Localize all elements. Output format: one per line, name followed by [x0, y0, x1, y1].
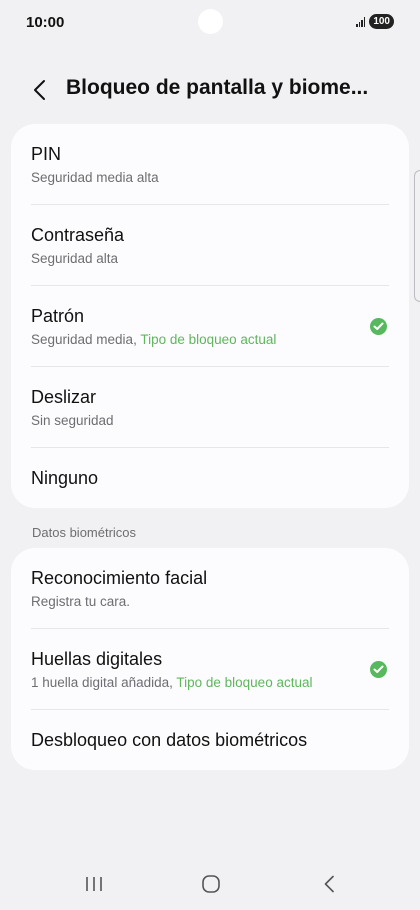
option-swipe[interactable]: Deslizar Sin seguridad: [11, 367, 409, 448]
option-title: PIN: [31, 144, 62, 164]
option-none[interactable]: Ninguno: [11, 448, 409, 508]
option-biometric-unlock[interactable]: Desbloqueo con datos biométricos: [11, 710, 409, 770]
option-title: Desbloqueo con datos biométricos: [31, 730, 308, 750]
home-button[interactable]: [196, 872, 226, 896]
signal-icon: [356, 16, 366, 27]
status-icons: 100: [356, 14, 394, 29]
option-subtitle-text: Seguridad media,: [31, 332, 141, 347]
option-title: Deslizar: [31, 387, 97, 407]
option-title: Huellas digitales: [31, 649, 163, 669]
nav-back-button[interactable]: [314, 872, 344, 896]
option-subtitle: Registra tu cara.: [31, 594, 131, 609]
lock-type-list: PIN Seguridad media alta Contraseña Segu…: [11, 124, 409, 508]
option-subtitle: 1 huella digital añadida, Tipo de bloque…: [31, 675, 312, 690]
option-fingerprints[interactable]: Huellas digitales 1 huella digital añadi…: [11, 629, 409, 710]
option-password[interactable]: Contraseña Seguridad alta: [11, 205, 409, 286]
recents-button[interactable]: [79, 872, 109, 896]
option-title: Patrón: [31, 306, 85, 326]
back-button[interactable]: [26, 76, 52, 104]
option-title: Reconocimiento facial: [31, 568, 208, 588]
option-pattern[interactable]: Patrón Seguridad media, Tipo de bloqueo …: [11, 286, 409, 367]
status-time: 10:00: [26, 14, 65, 31]
back-icon: [324, 875, 334, 893]
current-lock-label: Tipo de bloqueo actual: [140, 332, 277, 347]
status-bar: 10:00 100: [0, 0, 420, 46]
scrollbar[interactable]: [414, 170, 420, 302]
navigation-bar: [0, 858, 420, 910]
option-subtitle: Seguridad media alta: [31, 170, 159, 185]
section-label-biometrics: Datos biométricos: [32, 525, 137, 540]
recents-icon: [86, 877, 102, 891]
current-lock-label: Tipo de bloqueo actual: [176, 675, 313, 690]
option-pin[interactable]: PIN Seguridad media alta: [11, 124, 409, 205]
check-icon: [370, 318, 387, 335]
option-subtitle: Sin seguridad: [31, 413, 114, 428]
option-subtitle-text: 1 huella digital añadida,: [31, 675, 177, 690]
option-title: Contraseña: [31, 225, 125, 245]
app-header: Bloqueo de pantalla y biome...: [0, 70, 420, 110]
option-title: Ninguno: [31, 468, 99, 488]
chevron-left-icon: [34, 80, 45, 100]
battery-icon: 100: [369, 14, 394, 29]
camera-cutout: [198, 9, 223, 34]
biometrics-list: Reconocimiento facial Registra tu cara. …: [11, 548, 409, 770]
check-icon: [370, 661, 387, 678]
option-subtitle: Seguridad media, Tipo de bloqueo actual: [31, 332, 276, 347]
option-face-recognition[interactable]: Reconocimiento facial Registra tu cara.: [11, 548, 409, 629]
home-icon: [202, 875, 220, 893]
page-title: Bloqueo de pantalla y biome...: [66, 76, 369, 99]
option-subtitle: Seguridad alta: [31, 251, 119, 266]
